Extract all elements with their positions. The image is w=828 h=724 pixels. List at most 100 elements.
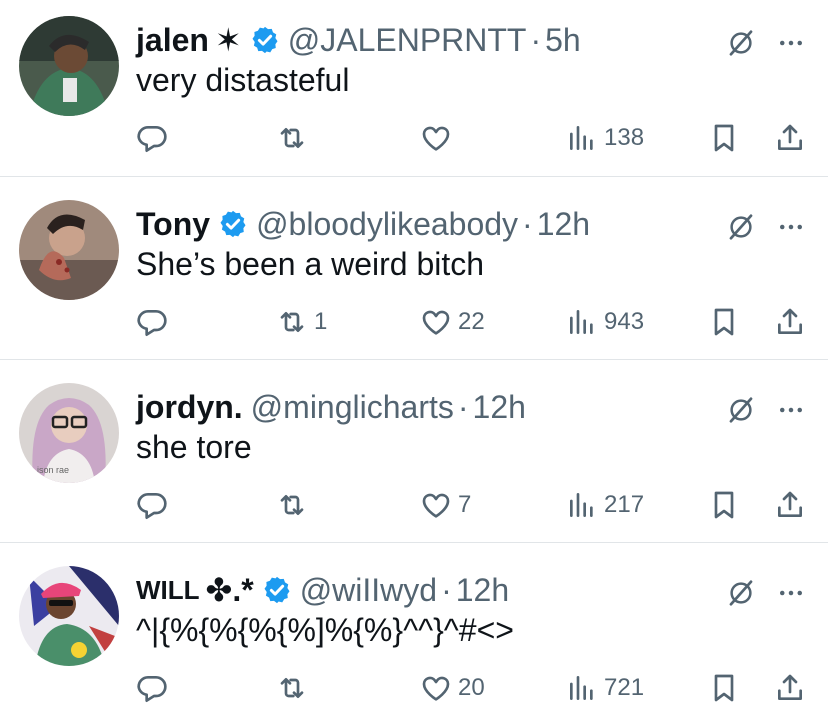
view-count: 721 (604, 674, 645, 701)
action-bar: 1 22 943 (136, 302, 806, 342)
avatar[interactable] (19, 200, 119, 300)
heart-icon (422, 126, 450, 151)
views-chart-icon (570, 493, 593, 517)
grok-icon[interactable] (726, 578, 756, 608)
bookmark-button[interactable] (708, 668, 740, 708)
handle[interactable]: @wiIIwyd (300, 572, 437, 609)
views-button[interactable]: 943 (566, 302, 644, 342)
views-chart-icon (570, 310, 593, 334)
like-button[interactable]: 7 (420, 485, 471, 525)
retweet-button[interactable] (276, 118, 314, 158)
tweet[interactable]: ison rae jordyn. @minglicharts · 12h she… (0, 383, 828, 539)
separator-dot: · (530, 21, 542, 58)
grok-icon[interactable] (726, 28, 756, 58)
views-button[interactable]: 217 (566, 485, 644, 525)
more-options-icon[interactable] (776, 212, 806, 242)
divider (0, 359, 828, 360)
separator-dot: · (522, 205, 533, 242)
share-button[interactable] (774, 668, 806, 708)
view-count: 217 (604, 491, 645, 518)
reply-icon (137, 676, 167, 702)
share-icon (778, 674, 802, 700)
name-symbol: ✶ (214, 22, 242, 58)
grok-icon[interactable] (726, 212, 756, 242)
avatar-shirt-text: ison rae (37, 465, 69, 475)
heart-icon (422, 676, 450, 701)
more-options-icon[interactable] (776, 28, 806, 58)
share-button[interactable] (774, 485, 806, 525)
reply-icon (137, 126, 167, 152)
share-icon (778, 308, 802, 334)
tweet-feed: jalen ✶ @JALENPRNTT · 5h very distastefu… (0, 0, 828, 724)
tweet[interactable]: Tony @bloodylikeabody · 12h She’s been a… (0, 200, 828, 356)
separator-dot: · (457, 388, 469, 425)
grok-icon[interactable] (726, 395, 756, 425)
tweet-text: ^|{%{%{%{%]%{%}^^}^#<> (136, 612, 514, 648)
bookmark-icon (714, 308, 734, 336)
tweet-header: jalen ✶ @JALENPRNTT · 5h (136, 18, 581, 62)
tweet-header: jordyn. @minglicharts · 12h (136, 385, 526, 429)
retweet-button[interactable] (276, 668, 314, 708)
like-count: 7 (458, 491, 472, 518)
avatar[interactable] (19, 566, 119, 666)
avatar[interactable]: ison rae (19, 383, 119, 483)
views-button[interactable]: 138 (566, 118, 644, 158)
share-button[interactable] (774, 118, 806, 158)
timestamp[interactable]: 12h (537, 206, 590, 243)
bookmark-icon (714, 491, 734, 519)
reply-button[interactable] (136, 302, 174, 342)
handle[interactable]: @minglicharts (251, 389, 454, 426)
heart-icon (422, 310, 450, 335)
handle[interactable]: @JALENPRNTT (288, 22, 527, 59)
avatar[interactable] (19, 16, 119, 116)
retweet-count: 1 (314, 308, 328, 335)
timestamp[interactable]: 5h (545, 22, 581, 59)
action-bar: 20 721 (136, 668, 806, 708)
share-button[interactable] (774, 302, 806, 342)
display-name[interactable]: jalen (136, 22, 209, 59)
reply-button[interactable] (136, 118, 174, 158)
tweet-text: She’s been a weird bitch (136, 246, 485, 282)
reply-icon (137, 310, 167, 336)
more-options-icon[interactable] (776, 578, 806, 608)
handle[interactable]: @bloodylikeabody (256, 206, 518, 243)
bookmark-button[interactable] (708, 302, 740, 342)
bookmark-button[interactable] (708, 118, 740, 158)
reply-icon (137, 493, 167, 519)
display-name[interactable]: Tony (136, 206, 210, 243)
retweet-icon (280, 678, 304, 698)
bookmark-icon (714, 124, 734, 152)
divider (0, 542, 828, 543)
verified-badge-icon (264, 576, 290, 604)
tweet-header: WILL ✤.* @wiIIwyd · 12h (136, 568, 509, 612)
tweet-header: Tony @bloodylikeabody · 12h (136, 202, 590, 246)
action-bar: 7 217 (136, 485, 806, 525)
retweet-icon (280, 128, 304, 148)
name-symbol: ✤.* (205, 572, 254, 608)
retweet-button[interactable] (276, 485, 314, 525)
heart-icon (422, 493, 450, 518)
tweet[interactable]: jalen ✶ @JALENPRNTT · 5h very distastefu… (0, 16, 828, 172)
like-count: 20 (458, 674, 485, 701)
display-name[interactable]: jordyn. (136, 389, 243, 426)
like-button[interactable]: 20 (420, 668, 485, 708)
tweet[interactable]: WILL ✤.* @wiIIwyd · 12h ^|{%{%{%{%]%{%}^… (0, 566, 828, 722)
reply-button[interactable] (136, 668, 174, 708)
more-options-icon[interactable] (776, 395, 806, 425)
bookmark-button[interactable] (708, 485, 740, 525)
like-count: 22 (458, 308, 485, 335)
view-count: 943 (604, 308, 645, 335)
action-bar: 138 (136, 118, 806, 158)
views-button[interactable]: 721 (566, 668, 644, 708)
retweet-icon (280, 495, 304, 515)
views-chart-icon (570, 676, 593, 700)
timestamp[interactable]: 12h (456, 572, 509, 609)
reply-button[interactable] (136, 485, 174, 525)
timestamp[interactable]: 12h (473, 389, 526, 426)
like-button[interactable]: 22 (420, 302, 485, 342)
display-name[interactable]: WILL (136, 575, 200, 606)
tweet-text: very distasteful (136, 62, 350, 98)
retweet-button[interactable]: 1 (276, 302, 327, 342)
view-count: 138 (604, 124, 645, 151)
like-button[interactable] (420, 118, 458, 158)
